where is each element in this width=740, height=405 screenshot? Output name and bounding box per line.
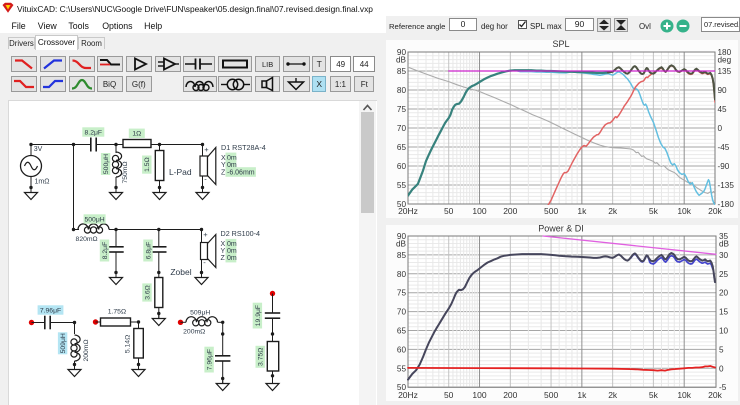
svg-text:20Hz: 20Hz	[398, 390, 418, 400]
svg-text:0: 0	[719, 364, 724, 373]
svg-text:20: 20	[719, 289, 729, 298]
svg-text:25: 25	[719, 270, 729, 279]
svg-text:20k: 20k	[708, 390, 722, 400]
svg-text:70: 70	[397, 308, 407, 317]
svg-text:dB: dB	[719, 240, 730, 249]
svg-text:1k: 1k	[577, 390, 587, 400]
svg-text:30: 30	[719, 251, 729, 260]
svg-text:50: 50	[444, 390, 454, 400]
svg-text:60: 60	[397, 345, 407, 354]
svg-text:15: 15	[719, 308, 729, 317]
svg-text:Power & DI: Power & DI	[538, 224, 584, 234]
svg-text:5: 5	[719, 345, 724, 354]
svg-text:75: 75	[397, 289, 407, 298]
svg-text:80: 80	[397, 270, 407, 279]
svg-text:65: 65	[397, 327, 407, 336]
svg-text:500: 500	[544, 390, 558, 400]
svg-text:dB: dB	[396, 240, 407, 249]
svg-text:10: 10	[719, 327, 729, 336]
svg-text:10k: 10k	[677, 390, 691, 400]
svg-text:85: 85	[397, 251, 407, 260]
svg-text:55: 55	[397, 364, 407, 373]
svg-text:2k: 2k	[608, 390, 618, 400]
svg-text:5k: 5k	[649, 390, 659, 400]
svg-text:200: 200	[503, 390, 517, 400]
svg-text:100: 100	[472, 390, 486, 400]
